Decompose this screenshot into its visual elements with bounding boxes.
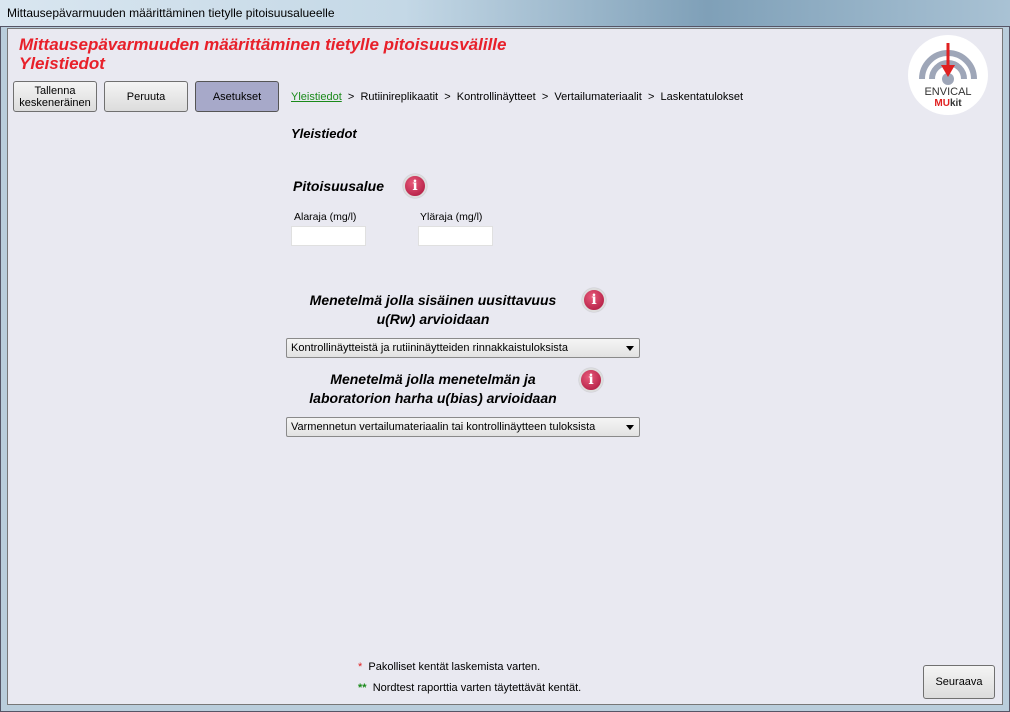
cancel-button[interactable]: Peruuta [104,81,188,112]
rw-selected-value: Kontrollinäytteistä ja rutiininäytteiden… [291,342,568,354]
crumb-yleistiedot[interactable]: Yleistiedot [291,91,342,103]
upper-limit-input[interactable] [418,226,493,246]
crumb-vertailumateriaalit[interactable]: Vertailumateriaalit [554,91,641,103]
envical-mukit-logo: ENVICAL MUkit [908,35,988,115]
nordtest-note: ** Nordtest raporttia varten täytettävät… [358,682,581,694]
crumb-sep: > [347,91,355,103]
nordtest-mark: ** [358,682,367,694]
save-label-2: keskeneräinen [19,96,91,109]
bias-selected-value: Varmennetun vertailumateriaalin tai kont… [291,421,596,433]
crumb-sep: > [647,91,655,103]
breadcrumb: Yleistiedot > Rutiinireplikaatit > Kontr… [291,91,743,103]
title-text: Mittausepävarmuuden määrittäminen tietyl… [19,35,507,54]
section-title: Yleistiedot [291,126,357,141]
settings-button[interactable]: Asetukset [195,81,279,112]
bias-title-2: laboratorion harha u(bias) arvioidaan [309,390,557,406]
bias-method-dropdown[interactable]: Varmennetun vertailumateriaalin tai kont… [286,417,640,437]
window-title: Mittausepävarmuuden määrittäminen tietyl… [7,6,335,20]
required-text: Pakolliset kentät laskemista varten. [368,661,541,673]
range-title: Pitoisuusalue [293,178,385,194]
subtitle-text: Yleistiedot [19,54,105,73]
lower-limit-input[interactable] [291,226,366,246]
bias-title-1: Menetelmä jolla menetelmän ja [330,371,536,387]
required-mark: * [358,661,363,673]
crumb-sep: > [444,91,451,103]
next-button[interactable]: Seuraava [923,665,995,699]
page-title: Mittausepävarmuuden määrittäminen tietyl… [19,35,506,73]
logo-graphic: ENVICAL MUkit [919,43,977,109]
nordtest-text: Nordtest raporttia varten täytettävät ke… [372,682,582,694]
rw-method-title: Menetelmä jolla sisäinen uusittavuus u(Rw… [288,291,578,329]
upper-limit-label: Yläraja (mg/l) [420,211,483,223]
client-area: Mittausepävarmuuden määrittäminen tietyl… [7,28,1003,705]
required-note: * Pakolliset kentät laskemista varten. [358,661,540,673]
range-info-icon[interactable]: i [403,174,427,198]
crumb-sep: > [541,91,549,103]
crumb-kontrollinaytteet[interactable]: Kontrollinäytteet [457,91,536,103]
chevron-down-icon [626,346,634,351]
save-draft-button[interactable]: Tallenna keskeneräinen [13,81,97,112]
lower-limit-label: Alaraja (mg/l) [294,211,357,223]
svg-text:MUkit: MUkit [934,98,962,109]
chevron-down-icon [626,425,634,430]
crumb-rutiinireplikaatit[interactable]: Rutiinireplikaatit [360,91,438,103]
svg-text:ENVICAL: ENVICAL [924,86,971,98]
rw-info-icon[interactable]: i [582,288,606,312]
crumb-laskentatulokset[interactable]: Laskentatulokset [661,91,744,103]
rw-title-2: u(Rw) arvioidaan [376,311,490,327]
rw-title-1: Menetelmä jolla sisäinen uusittavuus [309,292,557,308]
bias-info-icon[interactable]: i [579,368,603,392]
bias-method-title: Menetelmä jolla menetelmän ja laboratorio… [288,370,578,408]
rw-method-dropdown[interactable]: Kontrollinäytteistä ja rutiininäytteiden… [286,338,640,358]
window-titlebar: Mittausepävarmuuden määrittäminen tietyl… [0,0,1010,28]
save-label-1: Tallenna [34,84,76,97]
